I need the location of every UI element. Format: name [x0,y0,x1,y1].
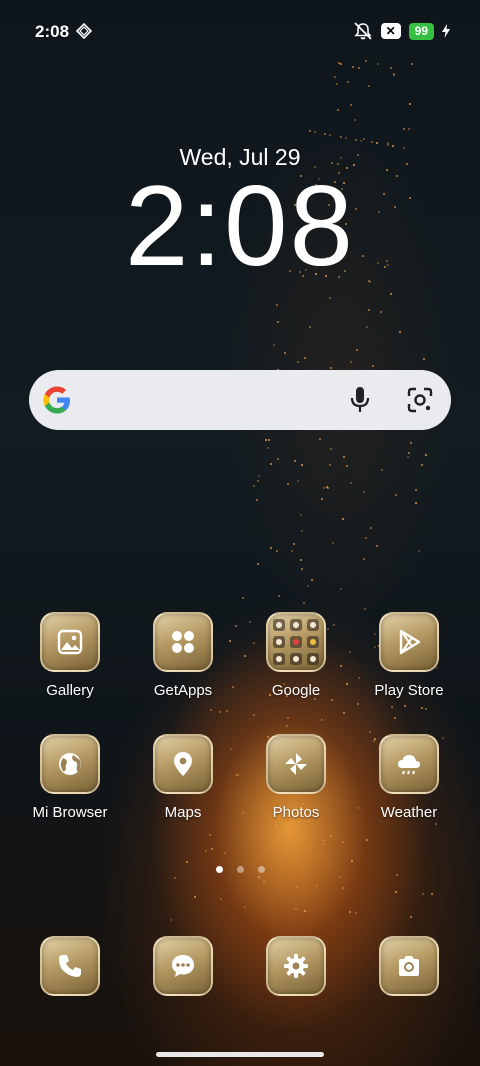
dock-phone[interactable] [15,936,125,996]
app-label: GetApps [153,682,213,699]
clock-time[interactable]: 2:08 [0,170,480,284]
gem-icon [76,23,92,39]
app-label: Photos [272,804,320,821]
status-right-icons: ✕ 99 [353,22,450,40]
pinwheel-icon[interactable] [266,734,326,794]
x-notification-icon: ✕ [380,23,401,39]
folder-icon[interactable] [266,612,326,672]
app-label: Gallery [46,682,94,699]
app-gallery[interactable]: Gallery [15,612,125,699]
gallery-icon[interactable] [40,612,100,672]
app-label: Maps [164,804,202,821]
app-photos[interactable]: Photos [241,734,351,821]
app-label: Mi Browser [32,804,108,821]
phone-icon[interactable] [40,936,100,996]
message-icon[interactable] [153,936,213,996]
status-time: 2:08 [35,22,70,41]
gear-icon[interactable] [266,936,326,996]
home-gesture-bar[interactable] [156,1052,324,1057]
mute-icon [353,22,372,40]
dock-settings[interactable] [241,936,351,996]
battery-indicator: 99 [408,22,434,40]
status-bar: 2:08 ✕ 99 [0,0,480,60]
mic-icon[interactable] [345,384,375,416]
getapps-icon[interactable] [153,612,213,672]
page-indicator [0,866,480,873]
map-pin-icon[interactable] [153,734,213,794]
play-store-icon[interactable] [379,612,439,672]
page-dot [215,866,223,873]
app-label: Google [271,682,321,699]
page-dot [257,866,265,873]
cloud-icon[interactable] [379,734,439,794]
app-label: Play Store [374,682,444,699]
dock-messaging[interactable] [128,936,238,996]
globe-icon[interactable] [40,734,100,794]
google-search-bar[interactable] [29,370,451,430]
app-play-store[interactable]: Play Store [354,612,464,699]
app-label: Weather [380,804,438,821]
google-logo [43,386,70,414]
dock-camera[interactable] [354,936,464,996]
app-getapps[interactable]: GetApps [128,612,238,699]
lens-icon[interactable] [405,385,435,415]
charging-icon [442,24,450,38]
app-folder-google[interactable]: Google [241,612,351,699]
app-maps[interactable]: Maps [128,734,238,821]
app-mi-browser[interactable]: Mi Browser [15,734,125,821]
app-weather[interactable]: Weather [354,734,464,821]
camera-icon[interactable] [379,936,439,996]
page-dot [236,866,244,873]
